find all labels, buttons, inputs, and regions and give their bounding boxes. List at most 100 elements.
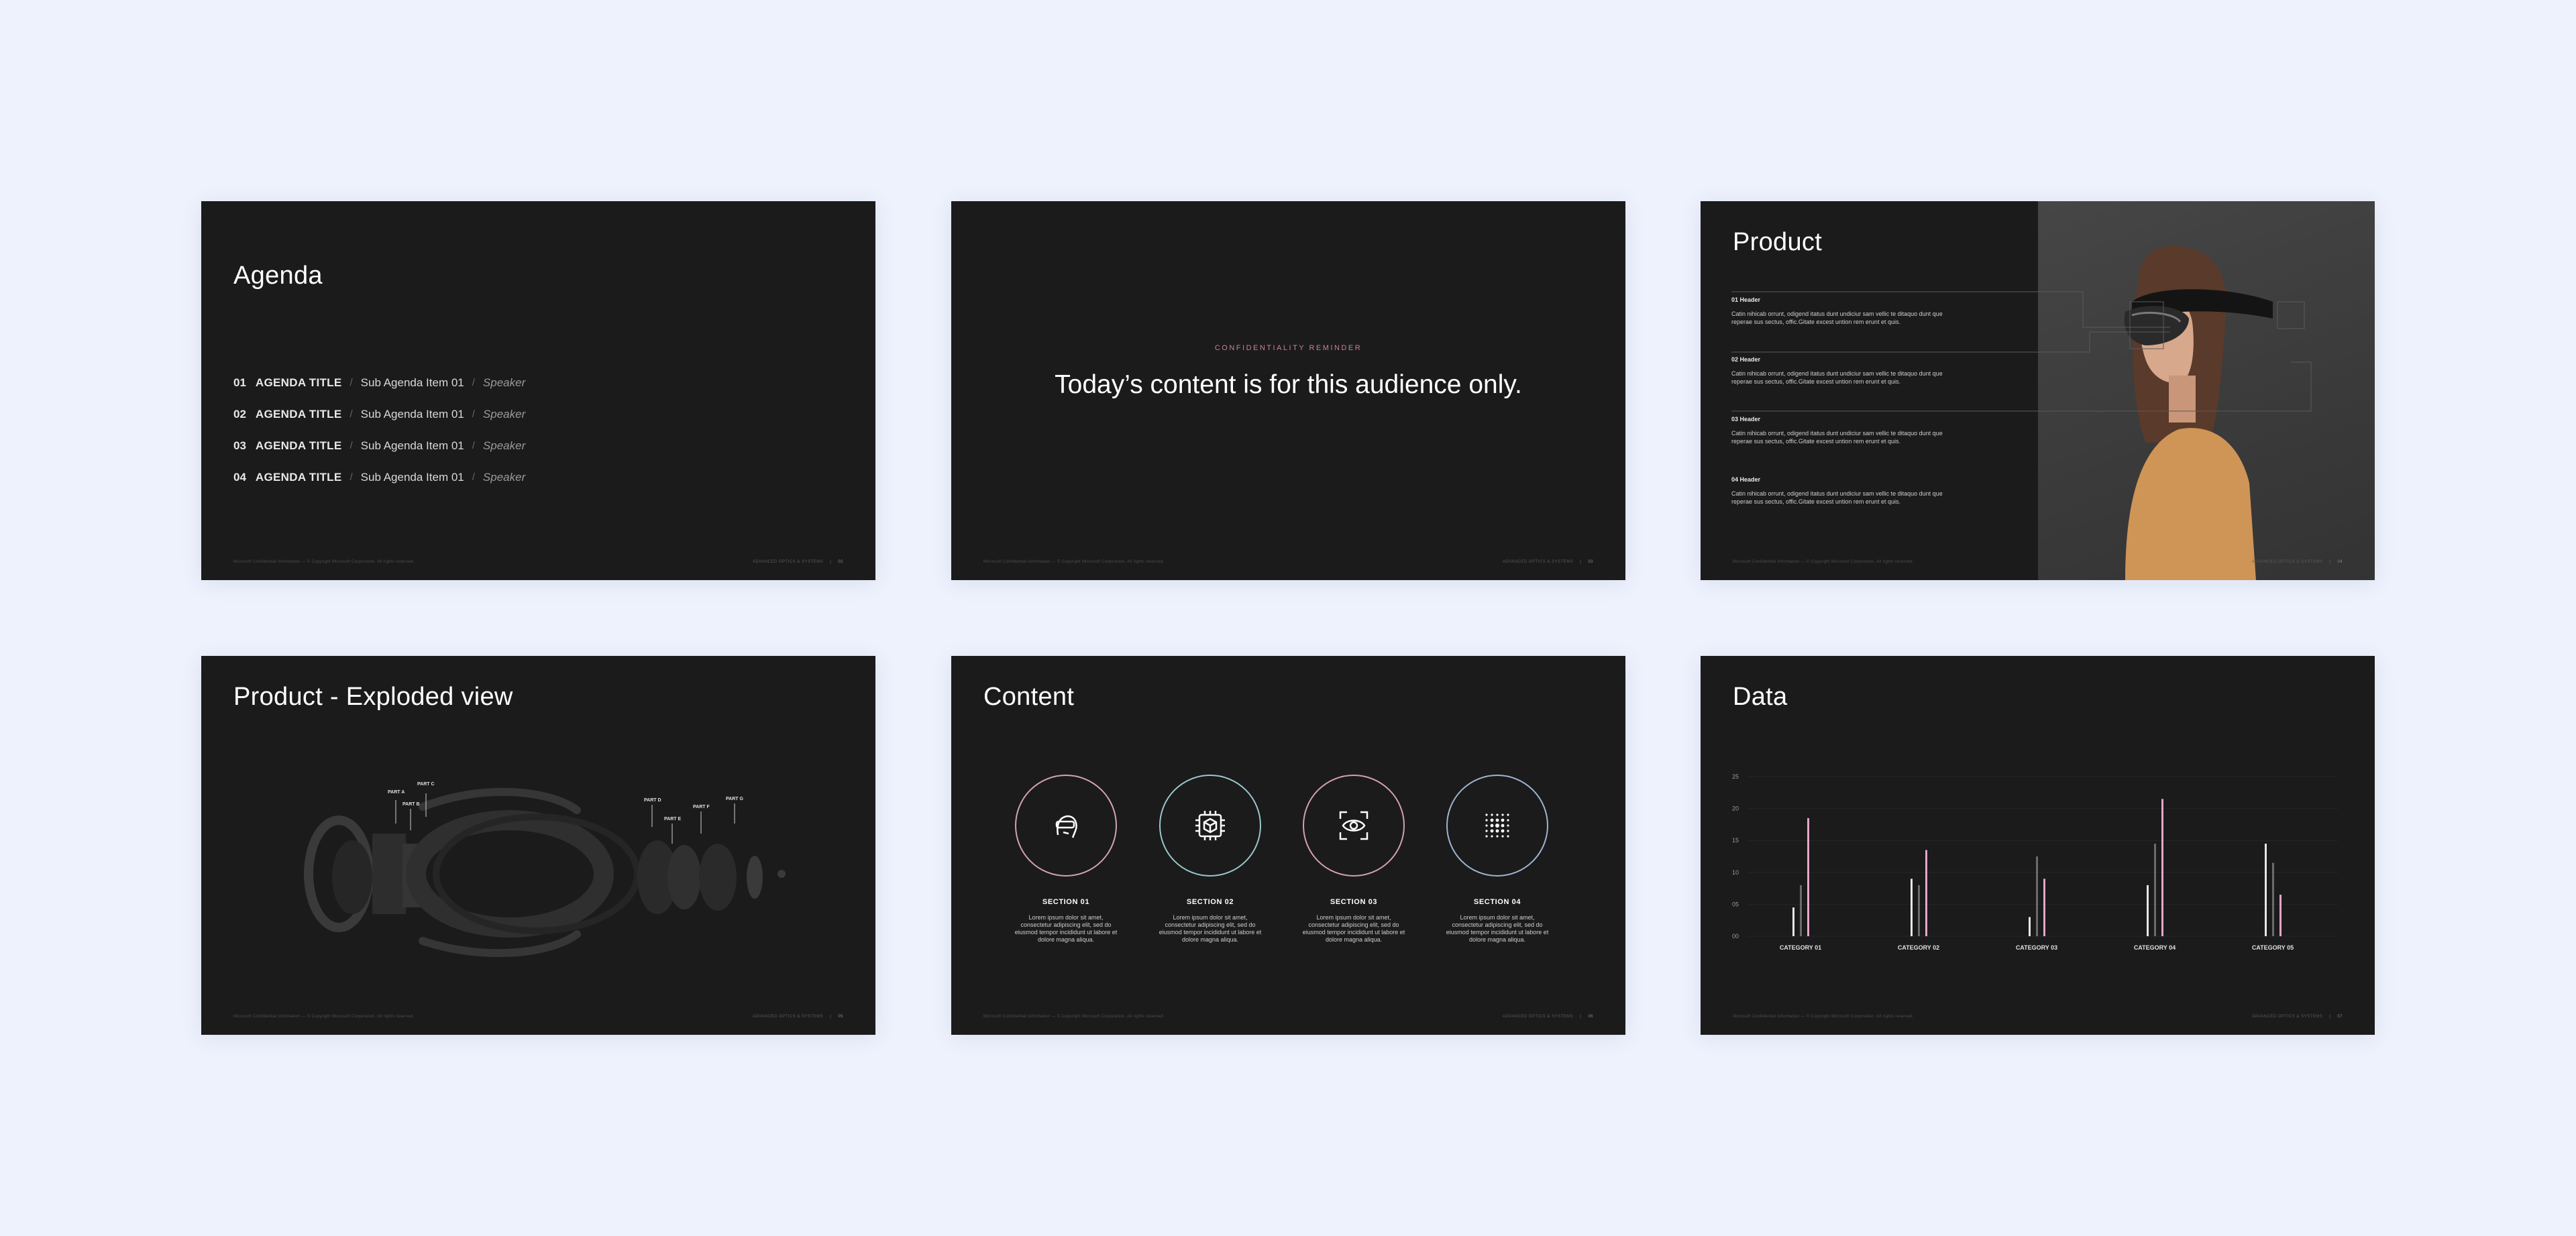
part-label: PART A: [388, 790, 405, 795]
footer-brand-text: ADVANCED OPTICS & SYSTEMS: [752, 1015, 824, 1019]
category-label: CATEGORY 01: [1780, 944, 1821, 951]
footer-brand-text: ADVANCED OPTICS & SYSTEMS: [2251, 1015, 2323, 1019]
divider: /: [472, 408, 475, 420]
agenda-sub-item: Sub Agenda Item 01: [360, 407, 464, 420]
agenda-title: AGENDA TITLE: [255, 439, 342, 452]
bar: [2279, 895, 2282, 936]
bar: [2154, 843, 2156, 936]
bar: [1911, 879, 1913, 936]
section-body: Lorem ipsum dolor sit amet, consectetur …: [1446, 914, 1549, 943]
page-number: 06: [1588, 1015, 1593, 1019]
agenda-number: 01: [233, 376, 246, 389]
bar: [2265, 843, 2267, 936]
section-title: SECTION 03: [1330, 898, 1378, 906]
bar: [2161, 799, 2163, 936]
slide-title: Product: [1733, 228, 1823, 256]
footer-legal: Microsoft Confidential Information — © C…: [1733, 560, 1914, 564]
divider: |: [2329, 560, 2331, 564]
agenda-item: 04 AGENDA TITLE / Sub Agenda Item 01 / S…: [233, 461, 525, 493]
footer-brand: ADVANCED OPTICS & SYSTEMS | 07: [2252, 1015, 2343, 1019]
footer-legal: Microsoft Confidential Information — © C…: [983, 1015, 1165, 1019]
block-header: 02 Header: [1731, 356, 1761, 363]
part-label: PART G: [726, 797, 743, 801]
section-body: Lorem ipsum dolor sit amet, consectetur …: [1014, 914, 1118, 943]
page-number: 02: [838, 560, 843, 564]
product-block: 02 Header Catin nihicab orrunt, odigend …: [1731, 356, 1946, 386]
bar: [2147, 885, 2149, 936]
footer-brand: ADVANCED OPTICS & SYSTEMS | 04: [2252, 560, 2343, 564]
agenda-speaker: Speaker: [482, 407, 526, 420]
block-header: 04 Header: [1731, 476, 1761, 483]
category-label: CATEGORY 04: [2134, 944, 2176, 951]
eye-scan-icon: [1303, 775, 1405, 877]
footer-brand-text: ADVANCED OPTICS & SYSTEMS: [1502, 560, 1574, 564]
agenda-sub-item: Sub Agenda Item 01: [360, 470, 464, 484]
footer-legal: Microsoft Confidential Information — © C…: [233, 560, 415, 564]
footer-brand-text: ADVANCED OPTICS & SYSTEMS: [2251, 560, 2323, 564]
agenda-item: 02 AGENDA TITLE / Sub Agenda Item 01 / S…: [233, 398, 525, 430]
slide-agenda[interactable]: Agenda 01 AGENDA TITLE / Sub Agenda Item…: [201, 201, 875, 580]
agenda-speaker: Speaker: [482, 439, 526, 452]
agenda-number: 04: [233, 470, 246, 484]
dot-grid-icon: [1446, 775, 1548, 877]
divider: /: [350, 471, 353, 483]
divider: /: [472, 377, 475, 388]
slide-confidentiality[interactable]: CONFIDENTIALITY REMINDER Today’s content…: [951, 201, 1625, 580]
divider: |: [1580, 560, 1582, 564]
y-tick-label: 15: [1732, 837, 1739, 844]
footer-legal: Microsoft Confidential Information — © C…: [1733, 1015, 1914, 1019]
bar: [2272, 862, 2274, 936]
footer-legal: Microsoft Confidential Information — © C…: [233, 1015, 415, 1019]
block-body: Catin nihicab orrunt, odigend itatus dun…: [1731, 370, 1943, 385]
product-block: 04 Header Catin nihicab orrunt, odigend …: [1731, 476, 1946, 506]
part-label: PART B: [402, 802, 420, 807]
bar: [1925, 850, 1927, 936]
section-title: SECTION 01: [1042, 898, 1090, 906]
category-label: CATEGORY 03: [2016, 944, 2057, 951]
content-section: SECTION 04 Lorem ipsum dolor sit amet, c…: [1444, 775, 1551, 944]
part-label: PART C: [417, 782, 435, 787]
y-tick-label: 20: [1732, 805, 1739, 812]
agenda-sub-item: Sub Agenda Item 01: [360, 376, 464, 389]
confidentiality-message: Today’s content is for this audience onl…: [1055, 370, 1522, 399]
part-label: PART D: [644, 798, 661, 803]
bar: [2043, 879, 2045, 936]
agenda-title: AGENDA TITLE: [255, 407, 342, 420]
footer-brand: ADVANCED OPTICS & SYSTEMS | 05: [753, 1015, 843, 1019]
slide-data[interactable]: Data 00 05 10 15 20 25 CATEGORY 01 CATEGORY 02 C…: [1701, 656, 2375, 1035]
divider: /: [472, 471, 475, 483]
slide-exploded-view[interactable]: Product - Exploded view PART A PART B PA…: [201, 656, 875, 1035]
block-header: 01 Header: [1731, 296, 1761, 303]
block-body: Catin nihicab orrunt, odigend itatus dun…: [1731, 311, 1943, 325]
agenda-list: 01 AGENDA TITLE / Sub Agenda Item 01 / S…: [233, 367, 525, 493]
slide-title: Content: [983, 683, 1075, 711]
footer-brand-text: ADVANCED OPTICS & SYSTEMS: [1502, 1015, 1574, 1019]
page-number: 03: [1588, 560, 1593, 564]
block-header: 03 Header: [1731, 416, 1761, 423]
section-body: Lorem ipsum dolor sit amet, consectetur …: [1302, 914, 1405, 943]
bar: [2029, 917, 2031, 936]
chip-cube-icon: [1159, 775, 1261, 877]
callout-lines: [1731, 291, 2312, 412]
y-tick-label: 00: [1732, 933, 1739, 940]
divider: /: [350, 440, 353, 451]
page-number: 07: [2337, 1015, 2343, 1019]
slide-product[interactable]: Product 01 Header Catin nihicab orrunt, …: [1701, 201, 2375, 580]
bar: [2036, 856, 2038, 936]
page-number: 05: [838, 1015, 843, 1019]
person-headset-icon: [1015, 775, 1117, 877]
part-label: PART F: [693, 805, 710, 809]
product-block: 03 Header Catin nihicab orrunt, odigend …: [1731, 416, 1946, 445]
footer-brand: ADVANCED OPTICS & SYSTEMS | 03: [1503, 560, 1593, 564]
section-title: SECTION 04: [1473, 898, 1521, 906]
category-label: CATEGORY 05: [2252, 944, 2294, 951]
exploded-headset-illustration: [304, 787, 786, 958]
section-body: Lorem ipsum dolor sit amet, consectetur …: [1159, 914, 1262, 943]
agenda-sub-item: Sub Agenda Item 01: [360, 439, 464, 452]
slide-content[interactable]: Content SECTION 01 Lorem ipsum dolor sit…: [951, 656, 1625, 1035]
bar: [1807, 818, 1809, 936]
divider: |: [2329, 1015, 2331, 1019]
divider: /: [350, 377, 353, 388]
divider: |: [830, 560, 832, 564]
agenda-title: AGENDA TITLE: [255, 470, 342, 484]
